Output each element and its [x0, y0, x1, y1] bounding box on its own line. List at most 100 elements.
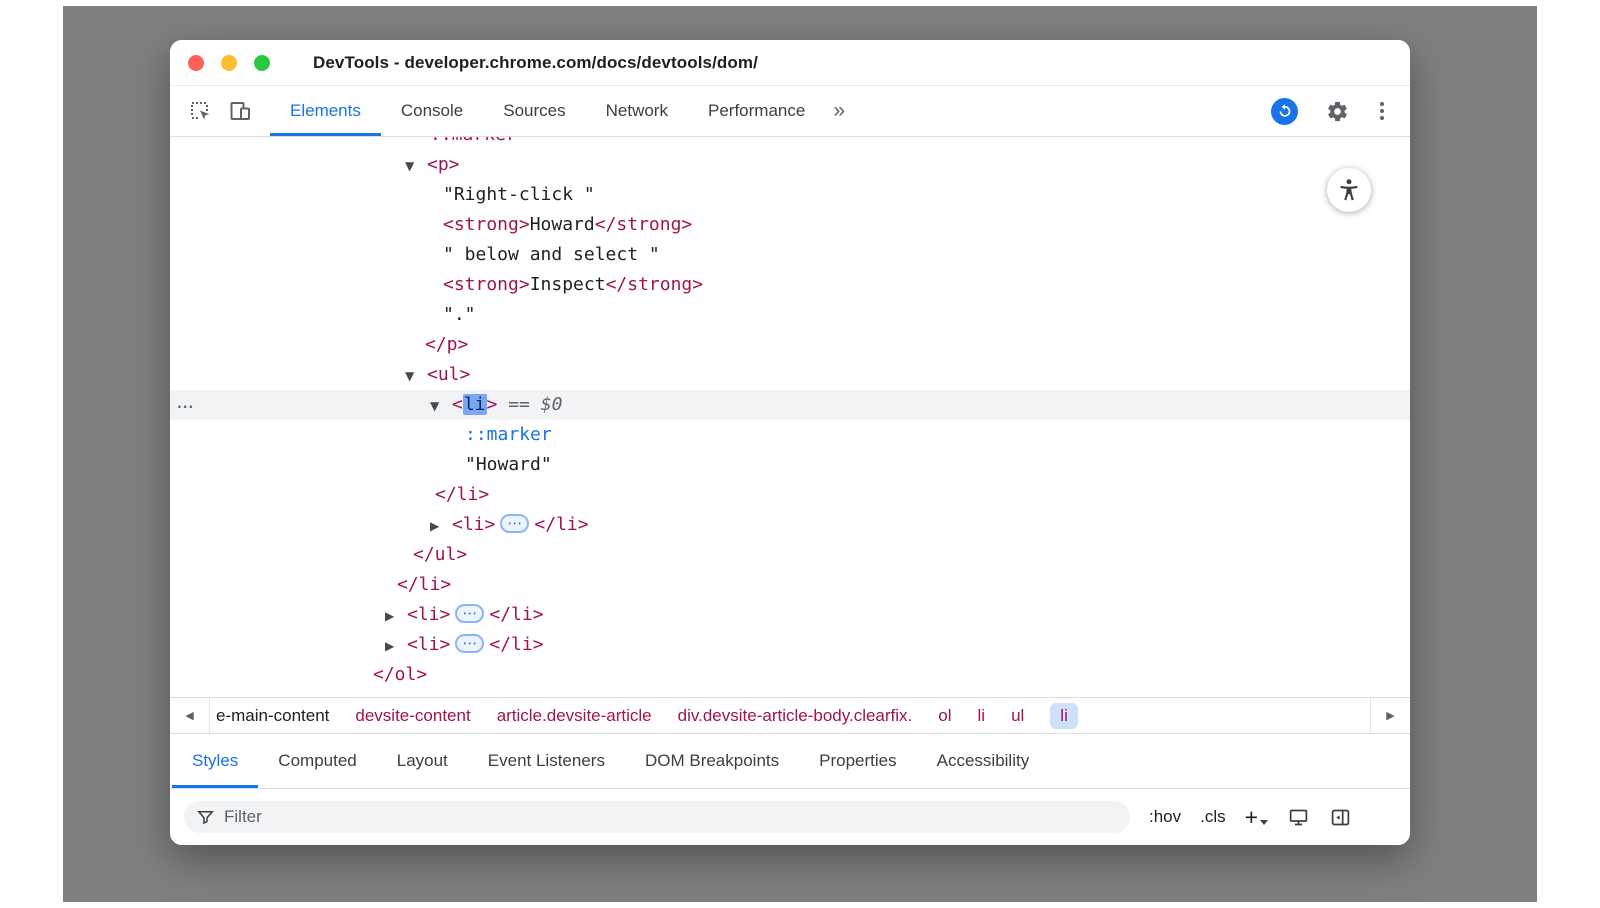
dom-tree-row[interactable]: </ol> — [170, 660, 1410, 690]
devtools-toolbar: ElementsConsoleSourcesNetworkPerformance… — [170, 86, 1410, 137]
devtools-window: DevTools - developer.chrome.com/docs/dev… — [170, 40, 1410, 845]
dom-tree-row[interactable]: </li> — [170, 570, 1410, 600]
breadcrumb-scroll-left-button[interactable]: ◀ — [170, 698, 210, 733]
close-button[interactable] — [188, 55, 204, 71]
dom-tree-row[interactable]: ▼<ul> — [170, 360, 1410, 390]
breadcrumb-bar: ◀ e-main-content devsite-content article.d… — [170, 697, 1410, 733]
tab-properties[interactable]: Properties — [799, 734, 916, 788]
device-toolbar-icon[interactable] — [226, 97, 254, 125]
accessibility-person-icon — [1336, 177, 1362, 203]
tab-elements[interactable]: Elements — [270, 86, 381, 136]
token-arrow: ▶ — [385, 631, 407, 661]
token-tag: <ul> — [427, 364, 470, 385]
dom-tree: ::marker▼<p>"Right-click "<strong>Howard… — [170, 137, 1410, 697]
dom-tree-row[interactable]: ...▼<li> == $0 — [170, 390, 1410, 420]
tab-accessibility[interactable]: Accessibility — [917, 734, 1050, 788]
token-text: " below and select " — [443, 244, 660, 265]
token-text: "Right-click " — [443, 184, 595, 205]
breadcrumb-item[interactable]: li — [1050, 703, 1078, 729]
dom-tree-row[interactable]: " below and select " — [170, 240, 1410, 270]
new-style-rule-button[interactable]: + — [1245, 807, 1268, 827]
breadcrumb-item[interactable]: article.devsite-article — [497, 706, 652, 726]
token-tag: ::marker — [430, 137, 517, 145]
dom-tree-row[interactable]: </p> — [170, 330, 1410, 360]
dom-tree-row[interactable]: ▶<li>⋯</li> — [170, 510, 1410, 540]
tab-computed[interactable]: Computed — [258, 734, 376, 788]
token-tag: </li> — [397, 574, 451, 595]
breadcrumb: e-main-content devsite-content article.dev… — [210, 703, 1370, 729]
dom-tree-row[interactable]: <strong>Howard</strong> — [170, 210, 1410, 240]
tab-event-listeners[interactable]: Event Listeners — [468, 734, 625, 788]
token-tag: </strong> — [606, 274, 704, 295]
token-sel: li — [463, 394, 487, 415]
tab-performance[interactable]: Performance — [688, 86, 825, 136]
window-title: DevTools - developer.chrome.com/docs/dev… — [313, 53, 758, 73]
breadcrumb-item[interactable]: devsite-content — [355, 706, 470, 726]
styles-tabbar: StylesComputedLayoutEvent ListenersDOM B… — [170, 733, 1410, 789]
dom-tree-row[interactable]: "Right-click " — [170, 180, 1410, 210]
dom-tree-row[interactable]: ▶<li> ⋯ </li> — [170, 600, 1410, 630]
rendering-monitor-icon[interactable] — [1287, 807, 1310, 828]
dom-tree-row[interactable]: "Howard" — [170, 450, 1410, 480]
inspect-icon[interactable] — [186, 97, 214, 125]
breadcrumb-item[interactable]: li — [978, 706, 986, 726]
tab-sources[interactable]: Sources — [483, 86, 585, 136]
breadcrumb-scroll-right-button[interactable]: ▶ — [1370, 698, 1410, 733]
token-tag: <li> — [407, 604, 450, 625]
token-tag: <strong> — [443, 274, 530, 295]
tab-network[interactable]: Network — [586, 86, 688, 136]
breadcrumb-item[interactable]: div.devsite-article-body.clearfix. — [678, 706, 913, 726]
token-arrow: ▼ — [430, 391, 452, 421]
token-tag: </strong> — [595, 214, 693, 235]
minimize-button[interactable] — [221, 55, 237, 71]
token-tag: <li> — [407, 634, 450, 655]
tab-console[interactable]: Console — [381, 86, 483, 136]
dom-tree-row[interactable]: "." — [170, 300, 1410, 330]
tab-dom-breakpoints[interactable]: DOM Breakpoints — [625, 734, 799, 788]
dom-tree-row[interactable]: </ul> — [170, 540, 1410, 570]
token-text: Inspect — [530, 274, 606, 295]
token-arrow: ▼ — [405, 151, 427, 181]
dom-tree-row[interactable]: ▼<p> — [170, 150, 1410, 180]
filter-input[interactable]: Filter — [184, 801, 1130, 833]
token-tag: </ul> — [413, 544, 467, 565]
dom-tree-row[interactable]: <strong>Inspect</strong> — [170, 270, 1410, 300]
titlebar: DevTools - developer.chrome.com/docs/dev… — [170, 40, 1410, 86]
dom-tree-row[interactable]: ::marker — [170, 420, 1410, 450]
more-tabs-icon[interactable]: » — [833, 99, 844, 123]
tab-layout[interactable]: Layout — [377, 734, 468, 788]
token-text: Howard — [530, 214, 595, 235]
filter-placeholder: Filter — [224, 807, 262, 827]
collapsed-content-icon[interactable]: ⋯ — [455, 634, 484, 653]
element-classes-button[interactable]: .cls — [1200, 807, 1226, 827]
filter-funnel-icon — [196, 808, 215, 826]
toggle-element-state-button[interactable]: :hov — [1149, 807, 1181, 827]
collapsed-content-icon[interactable]: ⋯ — [455, 604, 484, 623]
dock-side-icon[interactable] — [1329, 807, 1352, 828]
plus-icon: + — [1245, 807, 1258, 827]
styles-filter-bar: Filter :hov .cls + — [170, 789, 1410, 845]
token-tag: < — [452, 394, 463, 415]
toolbar-right — [1271, 97, 1394, 125]
breadcrumb-item[interactable]: ol — [938, 706, 951, 726]
token-tag: </li> — [489, 634, 543, 655]
gray-backdrop: DevTools - developer.chrome.com/docs/dev… — [63, 6, 1537, 902]
collapsed-content-icon[interactable]: ⋯ — [500, 514, 529, 533]
overflow-menu-icon[interactable] — [1376, 98, 1388, 124]
token-tag: </li> — [435, 484, 489, 505]
tab-styles[interactable]: Styles — [172, 734, 258, 788]
token-arrow: ▶ — [430, 511, 452, 541]
token-tag: </li> — [489, 604, 543, 625]
zoom-button[interactable] — [254, 55, 270, 71]
token-tag: </ol> — [373, 664, 427, 685]
dom-tree-row[interactable]: </li> — [170, 480, 1410, 510]
dom-tree-row[interactable]: ::marker — [170, 137, 1410, 150]
sync-icon[interactable] — [1271, 98, 1298, 125]
row-overflow-dots[interactable]: ... — [177, 388, 194, 418]
dom-tree-row[interactable]: ▶<li> ⋯ </li> — [170, 630, 1410, 660]
breadcrumb-item[interactable]: e-main-content — [216, 706, 329, 726]
settings-gear-icon[interactable] — [1323, 97, 1351, 125]
accessibility-button[interactable] — [1327, 168, 1371, 212]
token-arrow: ▶ — [385, 601, 407, 631]
breadcrumb-item[interactable]: ul — [1011, 706, 1024, 726]
